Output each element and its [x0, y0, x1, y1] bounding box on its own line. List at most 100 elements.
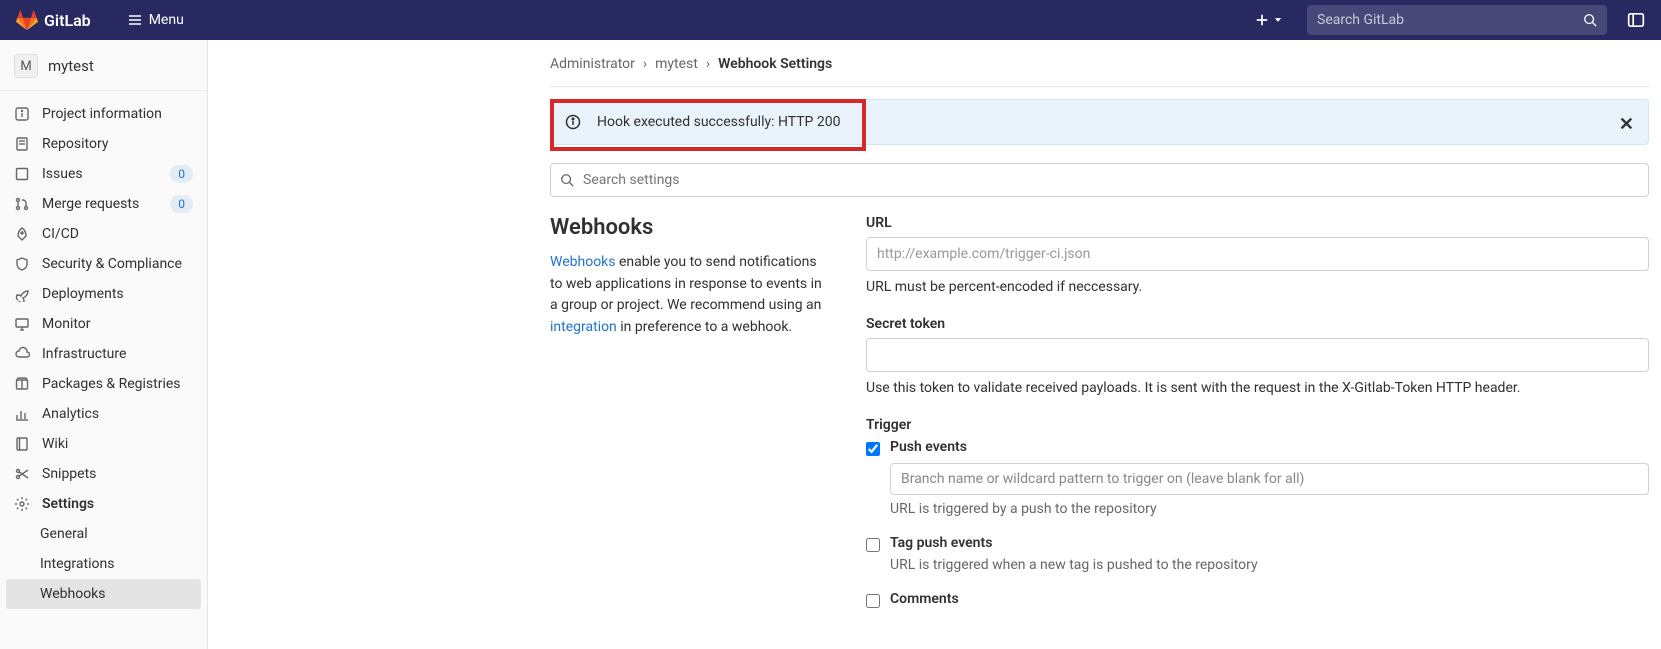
- secret-token-label: Secret token: [866, 316, 1649, 332]
- sidebar-item-snippets[interactable]: Snippets: [0, 459, 207, 489]
- info-circle-icon: [565, 114, 581, 130]
- alert-container: Hook executed successfully: HTTP 200 ✕: [550, 99, 1649, 145]
- secret-token-field-group: Secret token Use this token to validate …: [866, 316, 1649, 399]
- chevron-right-icon: ›: [706, 56, 710, 72]
- menu-label: Menu: [149, 12, 184, 28]
- shield-icon: [14, 256, 30, 272]
- info-icon: [14, 106, 30, 122]
- tag-push-events-checkbox[interactable]: [866, 538, 880, 552]
- hamburger-icon: [127, 12, 143, 28]
- success-alert: Hook executed successfully: HTTP 200 ✕: [550, 99, 1649, 145]
- search-settings-container: [550, 163, 1649, 197]
- webhook-form: URL URL must be percent-encoded if necce…: [866, 215, 1649, 626]
- package-icon: [14, 376, 30, 392]
- left-sidebar: M mytest Project information Repository …: [0, 40, 208, 649]
- url-input[interactable]: [866, 237, 1649, 271]
- sidebar-item-security[interactable]: Security & Compliance: [0, 249, 207, 279]
- sidebar-item-label: Deployments: [42, 286, 124, 302]
- alert-message: Hook executed successfully: HTTP 200: [597, 114, 840, 130]
- webhooks-link[interactable]: Webhooks: [550, 254, 616, 270]
- url-label: URL: [866, 215, 1649, 231]
- secret-token-help-text: Use this token to validate received payl…: [866, 378, 1649, 399]
- sidebar-item-infrastructure[interactable]: Infrastructure: [0, 339, 207, 369]
- sidebar-item-label: Settings: [42, 496, 94, 512]
- create-new-button[interactable]: [1255, 13, 1283, 27]
- tag-push-events-title: Tag push events: [890, 535, 1649, 551]
- sidebar-item-label: Infrastructure: [42, 346, 126, 362]
- comments-checkbox[interactable]: [866, 594, 880, 608]
- close-icon[interactable]: ✕: [1619, 114, 1634, 135]
- settings-sub-webhooks[interactable]: Webhooks: [6, 579, 201, 609]
- integration-link[interactable]: integration: [550, 319, 617, 335]
- merge-request-icon: [14, 196, 30, 212]
- settings-sub-general[interactable]: General: [0, 519, 207, 549]
- deployments-icon: [14, 286, 30, 302]
- cloud-icon: [14, 346, 30, 362]
- chevron-right-icon: ›: [643, 56, 647, 72]
- plus-icon: [1255, 13, 1269, 27]
- push-events-desc: URL is triggered by a push to the reposi…: [890, 501, 1649, 517]
- gitlab-logo-icon: [16, 9, 38, 31]
- sidebar-item-packages[interactable]: Packages & Registries: [0, 369, 207, 399]
- settings-sub-integrations[interactable]: Integrations: [0, 549, 207, 579]
- breadcrumb-current: Webhook Settings: [718, 56, 832, 72]
- search-icon: [1583, 13, 1597, 27]
- project-name: mytest: [48, 57, 94, 75]
- sidebar-item-settings[interactable]: Settings: [0, 489, 207, 519]
- url-help-text: URL must be percent-encoded if neccessar…: [866, 277, 1649, 298]
- project-avatar: M: [14, 54, 38, 78]
- page-title: Webhooks: [550, 215, 826, 240]
- global-search[interactable]: [1307, 5, 1607, 35]
- sidebar-item-label: Issues: [42, 166, 83, 182]
- repository-icon: [14, 136, 30, 152]
- breadcrumb-administrator[interactable]: Administrator: [550, 56, 635, 72]
- url-field-group: URL URL must be percent-encoded if necce…: [866, 215, 1649, 298]
- sidebar-item-label: CI/CD: [42, 226, 79, 242]
- trigger-comments: Comments: [866, 591, 1649, 608]
- sidebar-item-label: Project information: [42, 106, 162, 122]
- sidebar-item-label: Monitor: [42, 316, 91, 332]
- search-icon: [560, 173, 574, 187]
- sidebar-item-label: Packages & Registries: [42, 376, 181, 392]
- push-events-checkbox[interactable]: [866, 442, 880, 456]
- sidebar-item-analytics[interactable]: Analytics: [0, 399, 207, 429]
- global-search-input[interactable]: [1317, 12, 1575, 28]
- webhooks-description: Webhooks enable you to send notification…: [550, 252, 826, 339]
- menu-button[interactable]: Menu: [117, 8, 194, 32]
- tag-push-events-desc: URL is triggered when a new tag is pushe…: [890, 557, 1649, 573]
- trigger-push-events: Push events URL is triggered by a push t…: [866, 439, 1649, 517]
- sidebar-item-cicd[interactable]: CI/CD: [0, 219, 207, 249]
- breadcrumb-project[interactable]: mytest: [655, 56, 698, 72]
- sidebar-item-project-information[interactable]: Project information: [0, 99, 207, 129]
- rocket-icon: [14, 226, 30, 242]
- divider: [550, 86, 1649, 87]
- gitlab-logo-link[interactable]: GitLab: [16, 9, 91, 31]
- webhooks-intro-column: Webhooks Webhooks enable you to send not…: [550, 215, 826, 339]
- book-icon: [14, 436, 30, 452]
- sidebar-item-monitor[interactable]: Monitor: [0, 309, 207, 339]
- trigger-section: Trigger Push events URL is triggered by …: [866, 417, 1649, 608]
- sidebar-item-label: Security & Compliance: [42, 256, 182, 272]
- issues-icon: [14, 166, 30, 182]
- push-branch-filter-input[interactable]: [890, 463, 1649, 495]
- project-switcher[interactable]: M mytest: [0, 48, 207, 91]
- sidebar-item-deployments[interactable]: Deployments: [0, 279, 207, 309]
- sidebar-toggle-icon[interactable]: [1627, 11, 1645, 29]
- sidebar-item-label: Analytics: [42, 406, 99, 422]
- breadcrumbs: Administrator › mytest › Webhook Setting…: [550, 40, 1661, 86]
- search-settings-input[interactable]: [550, 163, 1649, 197]
- trigger-tag-push-events: Tag push events URL is triggered when a …: [866, 535, 1649, 573]
- sidebar-item-label: Wiki: [42, 436, 68, 452]
- merge-requests-count-badge: 0: [170, 195, 193, 213]
- chart-icon: [14, 406, 30, 422]
- push-events-title: Push events: [890, 439, 1649, 455]
- sidebar-item-merge-requests[interactable]: Merge requests 0: [0, 189, 207, 219]
- sidebar-item-label: Snippets: [42, 466, 96, 482]
- main-content: Administrator › mytest › Webhook Setting…: [208, 40, 1661, 649]
- gitlab-brand-text: GitLab: [44, 11, 91, 30]
- sidebar-item-issues[interactable]: Issues 0: [0, 159, 207, 189]
- secret-token-input[interactable]: [866, 338, 1649, 372]
- chevron-down-icon: [1273, 15, 1283, 25]
- sidebar-item-repository[interactable]: Repository: [0, 129, 207, 159]
- sidebar-item-wiki[interactable]: Wiki: [0, 429, 207, 459]
